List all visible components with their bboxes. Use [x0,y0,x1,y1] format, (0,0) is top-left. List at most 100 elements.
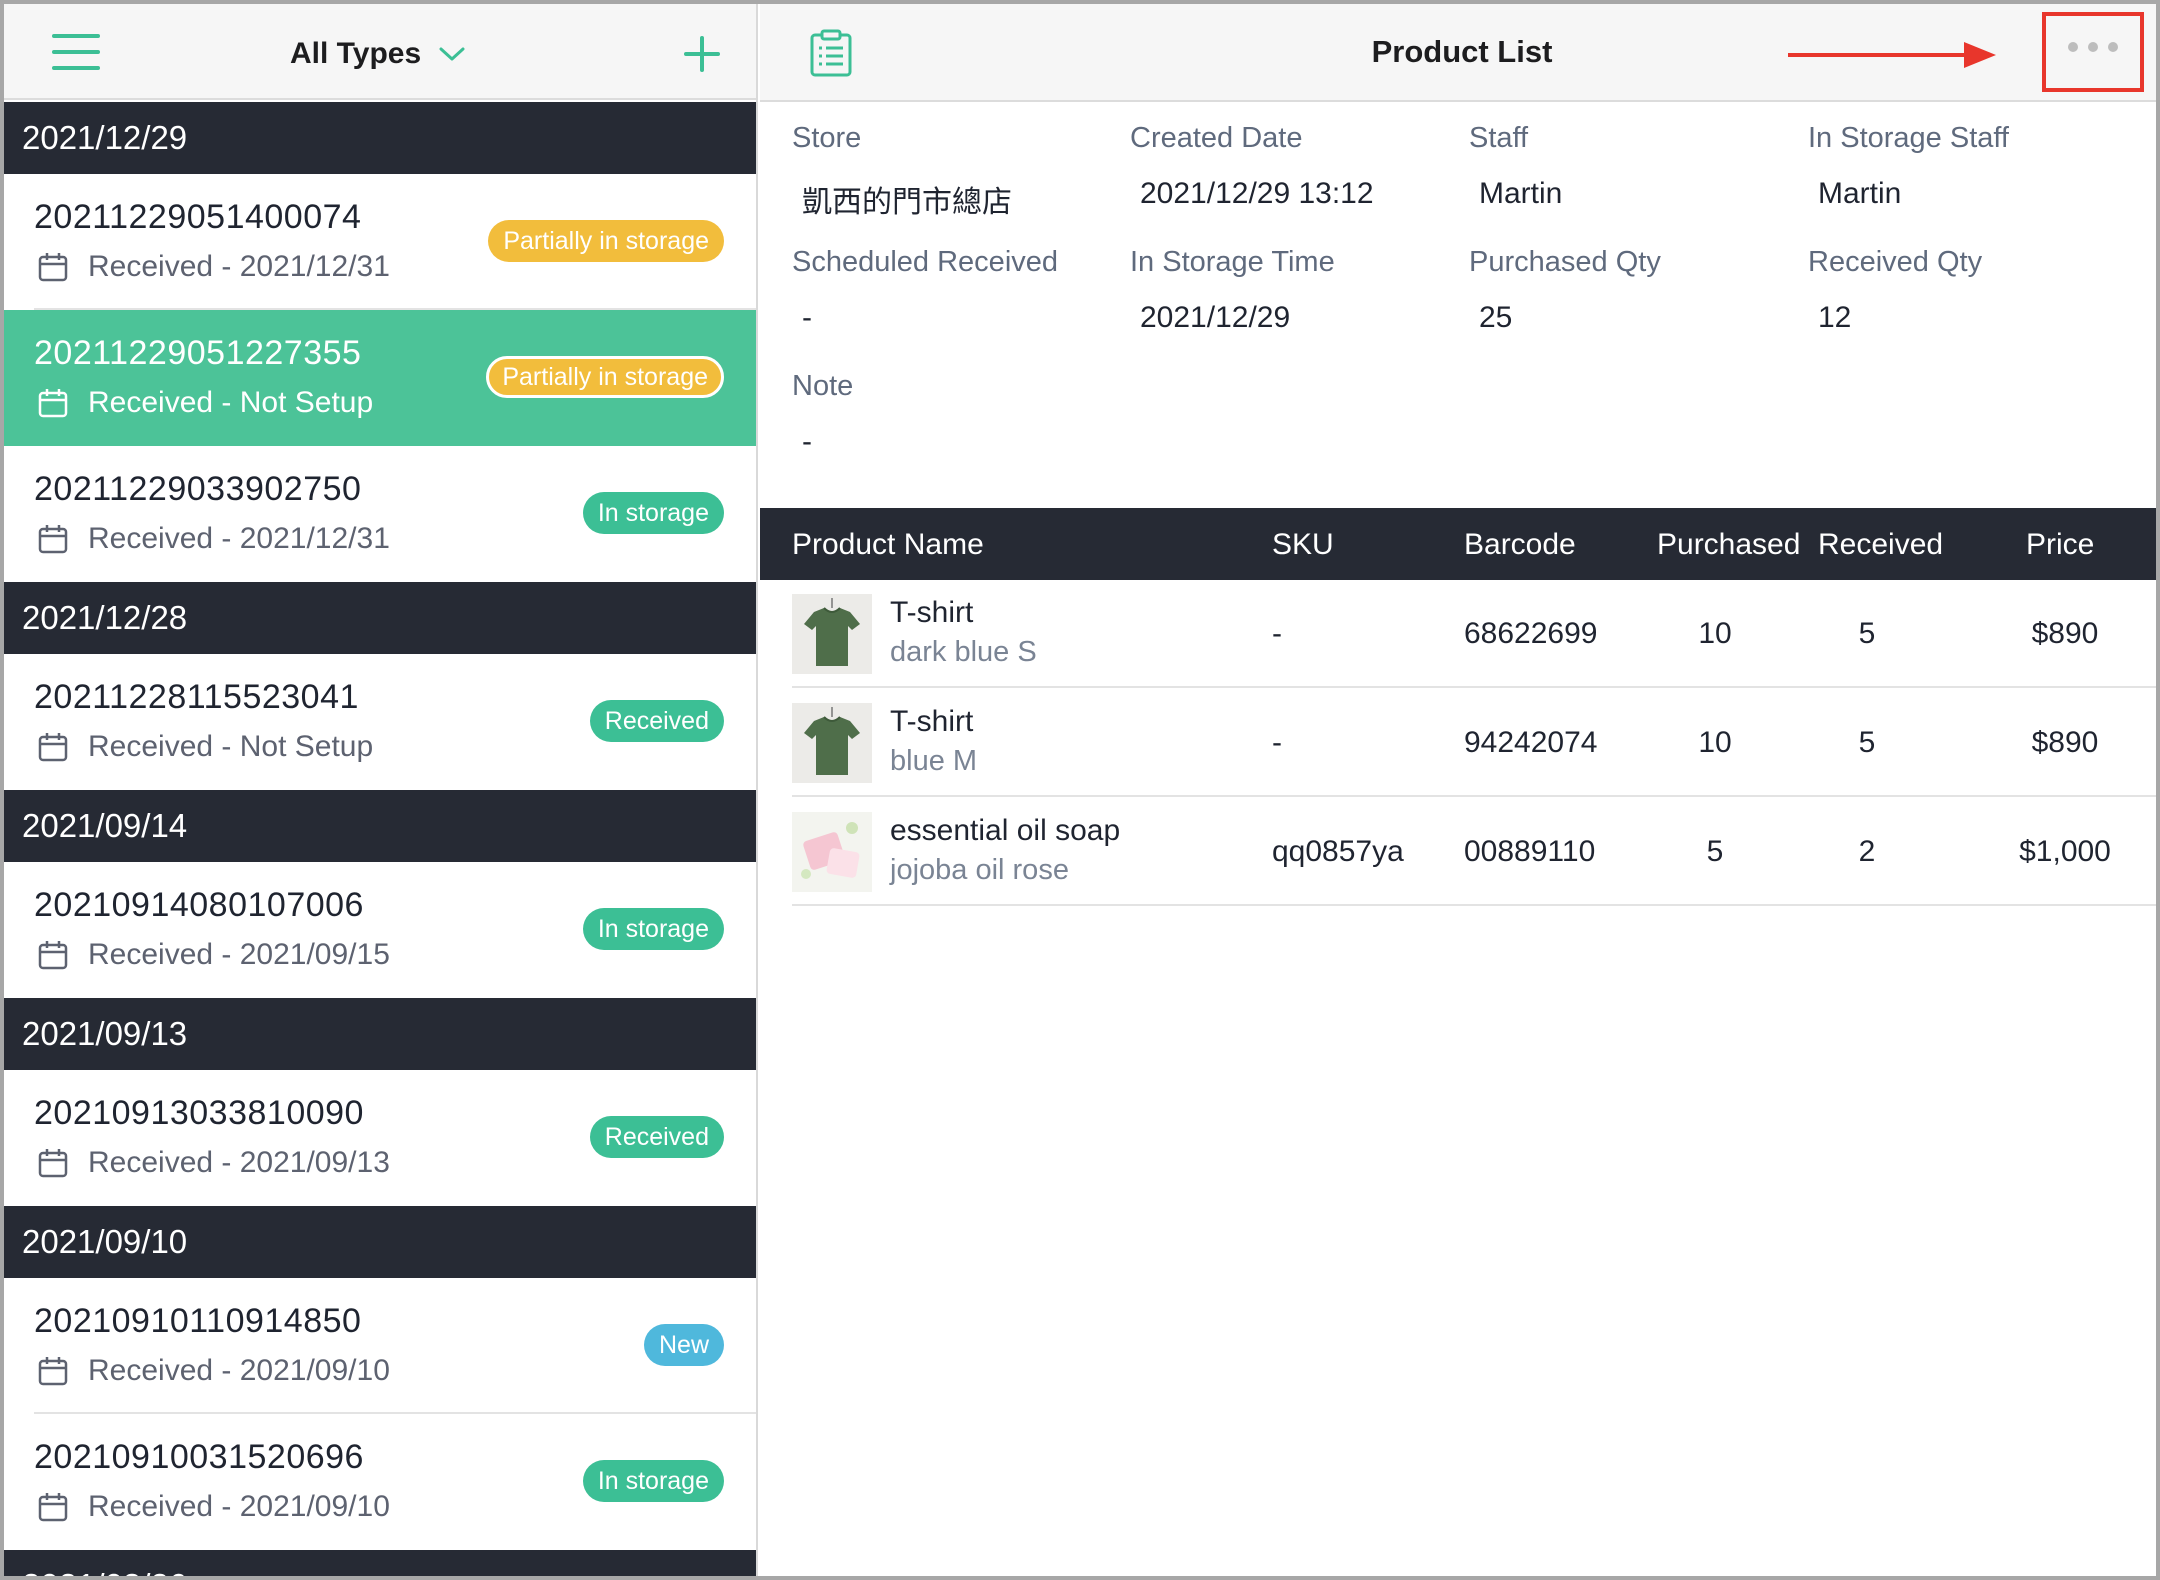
row-divider [792,904,2156,906]
type-filter-dropdown[interactable]: All Types [290,32,465,76]
scheduled-received-field: Scheduled Received - [792,246,1122,335]
order-list-item[interactable]: 20210910110914850 Received - 2021/09/10 Ne… [4,1278,756,1414]
status-badge: In storage [582,908,724,950]
date-group-header: 2021/12/28 [4,582,756,654]
order-list-item[interactable]: 20211228115523041 Received - Not Setup Rec… [4,654,756,790]
annotation-highlight-box [2042,12,2144,92]
status-badge: Received [589,1116,724,1158]
in-storage-time-field: In Storage Time 2021/12/29 [1130,246,1460,335]
type-filter-label: All Types [290,37,422,70]
calendar-icon [38,252,68,282]
product-detail-pane: Product List Store 凱西的門市總店 Created Date … [760,4,2156,1576]
product-name: essential oil soap [890,814,1121,847]
product-price: $890 [2031,726,2099,759]
scheduled-received-label: Scheduled Received [792,246,1059,278]
col-purchased: Purchased [1657,528,1801,561]
order-received-text: Received - 2021/09/10 [88,1490,390,1523]
order-list-item[interactable]: 20211229033902750 Received - 2021/12/31 In… [4,446,756,582]
more-options-icon[interactable] [2068,42,2118,52]
table-row[interactable]: T-shirt dark blue S - 68622699 10 5 $890 [760,580,2156,688]
product-variant: blue M [890,745,978,777]
calendar-icon [38,940,68,970]
created-date-label: Created Date [1130,122,1303,154]
purchased-qty-label: Purchased Qty [1469,246,1661,278]
note-label: Note [792,370,854,402]
order-received-info: Received - 2021/09/13 [38,1146,390,1180]
status-badge: Partially in storage [486,356,724,398]
in-storage-staff-field: In Storage Staff Martin [1808,122,2138,211]
product-sku: qq0857ya [1272,835,1404,868]
product-received: 2 [1858,835,1876,868]
order-list-pane: All Types 2021/12/29 20211229051400074 Rec… [4,4,758,1576]
product-sku: - [1272,726,1282,759]
annotation-arrow-icon [1788,42,1996,68]
order-received-text: Received - 2021/12/31 [88,250,390,283]
order-received-info: Received - 2021/12/31 [38,250,390,284]
store-value: 凱西的門市總店 [802,186,1012,219]
status-badge: In storage [582,492,724,534]
order-number: 20210910110914850 [34,1302,362,1340]
product-variant: jojoba oil rose [890,854,1069,886]
product-name: T-shirt [890,596,974,629]
chevron-down-icon [439,47,465,61]
product-table: Product Name SKU Barcode Purchased Recei… [760,508,2156,906]
order-received-text: Received - 2021/12/31 [88,522,390,555]
product-received: 5 [1858,726,1876,759]
staff-label: Staff [1469,122,1529,154]
product-price: $890 [2031,617,2099,650]
calendar-icon [38,1148,68,1178]
order-number: 20210910031520696 [34,1438,364,1476]
product-barcode: 00889110 [1464,835,1596,868]
col-received: Received [1818,528,1944,561]
in-storage-time-label: In Storage Time [1130,246,1335,278]
status-badge: New [643,1324,724,1366]
order-received-info: Received - Not Setup [38,730,373,764]
note-value: - [802,425,812,458]
order-received-text: Received - Not Setup [88,730,374,763]
app-window: All Types 2021/12/29 20211229051400074 Rec… [0,0,2160,1580]
order-received-info: Received - Not Setup [38,386,373,420]
product-barcode: 68622699 [1464,617,1598,650]
order-list-item[interactable]: 20210910031520696 Received - 2021/09/10 In… [4,1414,756,1550]
product-table-header: Product Name SKU Barcode Purchased Recei… [760,508,2156,580]
date-group-header: 2021/09/10 [4,1206,756,1278]
col-barcode: Barcode [1464,528,1576,561]
col-product-name: Product Name [792,528,984,561]
order-received-text: Received - 2021/09/15 [88,938,390,971]
tshirt-thumbnail [792,703,872,783]
order-received-text: Received - 2021/09/13 [88,1146,390,1179]
table-row[interactable]: T-shirt blue M - 94242074 10 5 $890 [760,689,2156,797]
created-date-value: 2021/12/29 13:12 [1140,177,1374,210]
order-number: 20210913033810090 [34,1094,364,1132]
status-badge: In storage [582,1460,724,1502]
date-group-header: 2021/09/14 [4,790,756,862]
received-qty-label: Received Qty [1808,246,1983,278]
store-label: Store [792,122,862,154]
product-purchased: 5 [1706,835,1724,868]
order-received-info: Received - 2021/09/15 [38,938,390,972]
order-number: 20210914080107006 [34,886,364,924]
order-list-item[interactable]: 20211229051227355 Received - Not Setup Par… [4,310,756,446]
in-storage-time-value: 2021/12/29 [1140,301,1291,334]
table-row[interactable]: essential oil soap jojoba oil rose qq0857y… [760,798,2156,906]
in-storage-staff-value: Martin [1818,177,1902,210]
order-list-item[interactable]: 20210914080107006 Received - 2021/09/15 In… [4,862,756,998]
order-received-text: Received - Not Setup [88,386,374,419]
order-received-info: Received - 2021/09/10 [38,1490,390,1524]
soap-thumbnail [792,812,872,892]
order-list-item[interactable]: 20210913033810090 Received - 2021/09/13 Re… [4,1070,756,1206]
add-icon[interactable] [684,36,720,72]
status-badge: Partially in storage [488,220,724,262]
tshirt-thumbnail [792,594,872,674]
scheduled-received-value: - [802,301,812,334]
order-list-item[interactable]: 20211229051400074 Received - 2021/12/31 Pa… [4,174,756,310]
order-number: 20211229051400074 [34,198,362,236]
order-number: 20211228115523041 [34,678,359,716]
date-group-header: 2021/08/26 [4,1550,756,1576]
store-field: Store 凱西的門市總店 [792,122,1122,221]
menu-icon[interactable] [52,34,100,70]
order-list-header: All Types [4,4,756,100]
status-badge: Received [589,700,724,742]
order-number: 20211229051227355 [34,334,362,372]
calendar-icon [38,732,68,762]
